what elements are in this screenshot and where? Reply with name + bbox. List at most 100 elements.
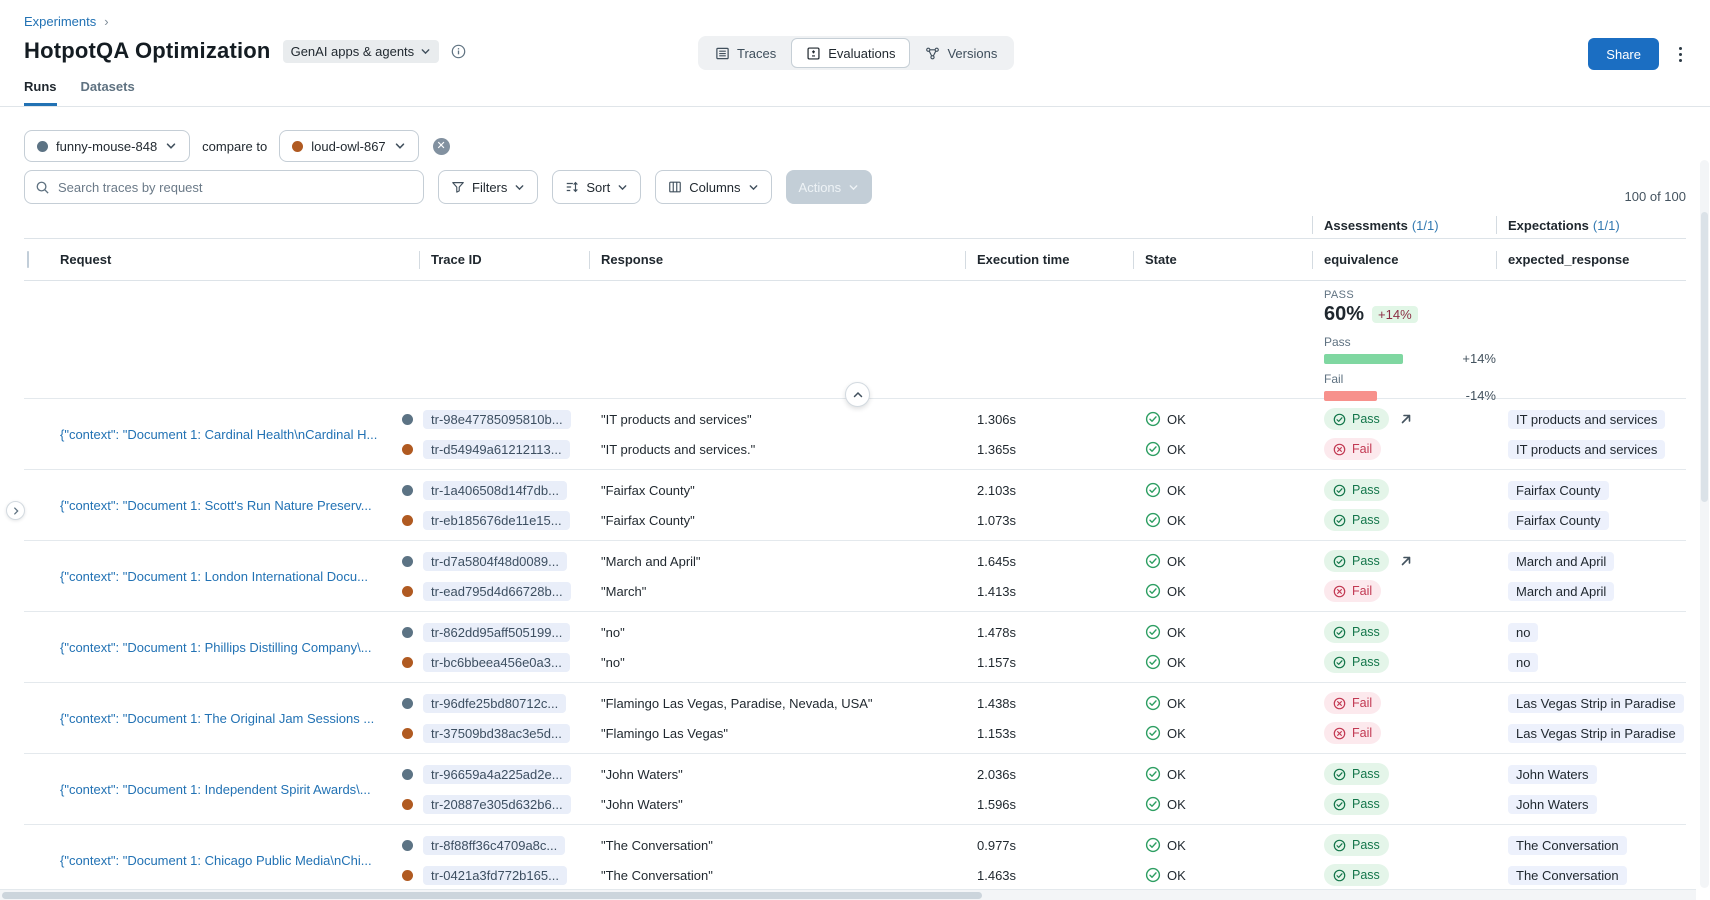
state-value: OK	[1145, 763, 1312, 785]
response-value: "John Waters"	[601, 793, 965, 815]
col-state[interactable]: State	[1133, 252, 1312, 267]
trace-id-pill[interactable]: tr-ead795d4d66728b...	[423, 582, 571, 601]
trace-id-pill[interactable]: tr-8f88ff36c4709a8c...	[423, 836, 565, 855]
trace-id-pill[interactable]: tr-eb185676de11e15...	[423, 511, 570, 530]
summary-bar-track	[1324, 354, 1438, 364]
run-select-a[interactable]: funny-mouse-848	[24, 130, 190, 162]
actions-button[interactable]: Actions	[786, 170, 873, 204]
check-circle-icon	[1145, 796, 1161, 812]
assessment-chip[interactable]: Pass	[1324, 408, 1389, 430]
assessment-chip[interactable]: Pass	[1324, 509, 1389, 531]
tab-runs[interactable]: Runs	[24, 79, 57, 106]
expand-panel-button[interactable]	[6, 501, 25, 520]
response-value: "no"	[601, 621, 965, 643]
assessment-chip[interactable]: Pass	[1324, 651, 1389, 673]
response-value: "March"	[601, 580, 965, 602]
assessment-chip[interactable]: Fail	[1324, 692, 1381, 714]
assessment-chip[interactable]: Pass	[1324, 793, 1389, 815]
request-link[interactable]: {"context": "Document 1: Phillips Distil…	[60, 640, 419, 655]
assessment-cell: Fail	[1324, 692, 1496, 714]
request-link[interactable]: {"context": "Document 1: Chicago Public …	[60, 853, 419, 868]
execution-time-value: 1.645s	[977, 550, 1133, 572]
tab-evaluations[interactable]: Evaluations	[791, 38, 910, 68]
header-actions: Share	[1588, 38, 1686, 70]
sort-button[interactable]: Sort	[552, 170, 641, 204]
filters-button[interactable]: Filters	[438, 170, 538, 204]
trace-id-pill[interactable]: tr-96659a4a225ad2e...	[423, 765, 571, 784]
assessment-chip[interactable]: Pass	[1324, 864, 1389, 886]
view-switcher: Traces Evaluations Versions	[698, 36, 1014, 70]
kebab-menu-icon[interactable]	[1675, 41, 1686, 68]
columns-button[interactable]: Columns	[655, 170, 771, 204]
assessment-chip[interactable]: Fail	[1324, 580, 1381, 602]
assessment-cell: Pass	[1324, 550, 1496, 572]
assessment-cell: Pass	[1324, 864, 1496, 886]
open-trace-arrow-icon[interactable]	[1399, 554, 1413, 568]
assessment-chip[interactable]: Pass	[1324, 621, 1389, 643]
collapse-summary-button[interactable]	[845, 382, 870, 407]
response-value: "The Conversation"	[601, 834, 965, 856]
assessment-chip[interactable]: Pass	[1324, 763, 1389, 785]
response-value: "March and April"	[601, 550, 965, 572]
col-equivalence[interactable]: equivalence	[1312, 252, 1496, 267]
request-link[interactable]: {"context": "Document 1: Independent Spi…	[60, 782, 419, 797]
experiment-type-badge[interactable]: GenAI apps & agents	[283, 40, 440, 63]
search-input[interactable]	[58, 180, 413, 195]
trace-id-pill[interactable]: tr-bc6bbeea456e0a3...	[423, 653, 570, 672]
trace-id-pill[interactable]: tr-1a406508d14f7db...	[423, 481, 567, 500]
vertical-scrollbar-thumb[interactable]	[1701, 212, 1708, 502]
col-response[interactable]: Response	[589, 252, 965, 267]
evaluations-icon	[806, 46, 821, 61]
check-circle-icon	[1145, 654, 1161, 670]
assessment-chip[interactable]: Pass	[1324, 834, 1389, 856]
request-link[interactable]: {"context": "Document 1: Cardinal Health…	[60, 427, 419, 442]
tab-traces[interactable]: Traces	[700, 38, 791, 68]
assessment-chip[interactable]: Fail	[1324, 722, 1381, 744]
close-compare-icon[interactable]: ✕	[433, 138, 450, 155]
table-row: {"context": "Document 1: Cardinal Health…	[24, 399, 1686, 470]
request-link[interactable]: {"context": "Document 1: London Internat…	[60, 569, 419, 584]
check-circle-icon	[1145, 482, 1161, 498]
assessment-chip[interactable]: Fail	[1324, 438, 1381, 460]
check-circle-icon	[1145, 512, 1161, 528]
trace-id-pill[interactable]: tr-20887e305d632b6...	[423, 795, 571, 814]
response-value: "Fairfax County"	[601, 479, 965, 501]
execution-time-value: 1.413s	[977, 580, 1133, 602]
tab-versions[interactable]: Versions	[910, 38, 1012, 68]
assessment-chip[interactable]: Pass	[1324, 550, 1389, 572]
tab-datasets[interactable]: Datasets	[81, 79, 135, 106]
share-button[interactable]: Share	[1588, 38, 1659, 70]
info-icon[interactable]	[451, 44, 466, 59]
trace-id-pill[interactable]: tr-d7a5804f48d0089...	[423, 552, 567, 571]
select-all-checkbox[interactable]	[27, 251, 29, 268]
request-link[interactable]: {"context": "Document 1: Scott's Run Nat…	[60, 498, 419, 513]
state-label: OK	[1167, 483, 1186, 498]
assessment-cell: Fail	[1324, 722, 1496, 744]
trace-id-pill[interactable]: tr-0421a3fd772b165...	[423, 866, 567, 885]
col-request[interactable]: Request	[48, 252, 419, 267]
col-expected-response[interactable]: expected_response	[1496, 252, 1686, 267]
trace-id-pill[interactable]: tr-d54949a61212113...	[423, 440, 570, 459]
state-value: OK	[1145, 479, 1312, 501]
trace-id-pill[interactable]: tr-862dd95aff505199...	[423, 623, 570, 642]
state-value: OK	[1145, 580, 1312, 602]
trace-id-pill[interactable]: tr-98e47785095810b...	[423, 410, 571, 429]
horizontal-scrollbar-thumb[interactable]	[2, 892, 982, 899]
table-row: {"context": "Document 1: Phillips Distil…	[24, 612, 1686, 683]
request-link[interactable]: {"context": "Document 1: The Original Ja…	[60, 711, 419, 726]
execution-time-value: 1.157s	[977, 651, 1133, 673]
col-trace-id[interactable]: Trace ID	[419, 252, 589, 267]
trace-id-pill[interactable]: tr-96dfe25bd80712c...	[423, 694, 566, 713]
breadcrumb-experiments-link[interactable]: Experiments	[24, 14, 96, 29]
open-trace-arrow-icon[interactable]	[1399, 412, 1413, 426]
check-circle-icon	[1145, 553, 1161, 569]
col-execution-time[interactable]: Execution time	[965, 252, 1133, 267]
state-value: OK	[1145, 621, 1312, 643]
check-circle-icon	[1333, 484, 1346, 497]
run-select-b[interactable]: loud-owl-867	[279, 130, 418, 162]
execution-time-value: 1.596s	[977, 793, 1133, 815]
trace-id-pill[interactable]: tr-37509bd38ac3e5d...	[423, 724, 570, 743]
trace-subrow: tr-d7a5804f48d0089...	[402, 550, 589, 572]
assessment-chip[interactable]: Pass	[1324, 479, 1389, 501]
check-circle-icon	[1333, 626, 1346, 639]
